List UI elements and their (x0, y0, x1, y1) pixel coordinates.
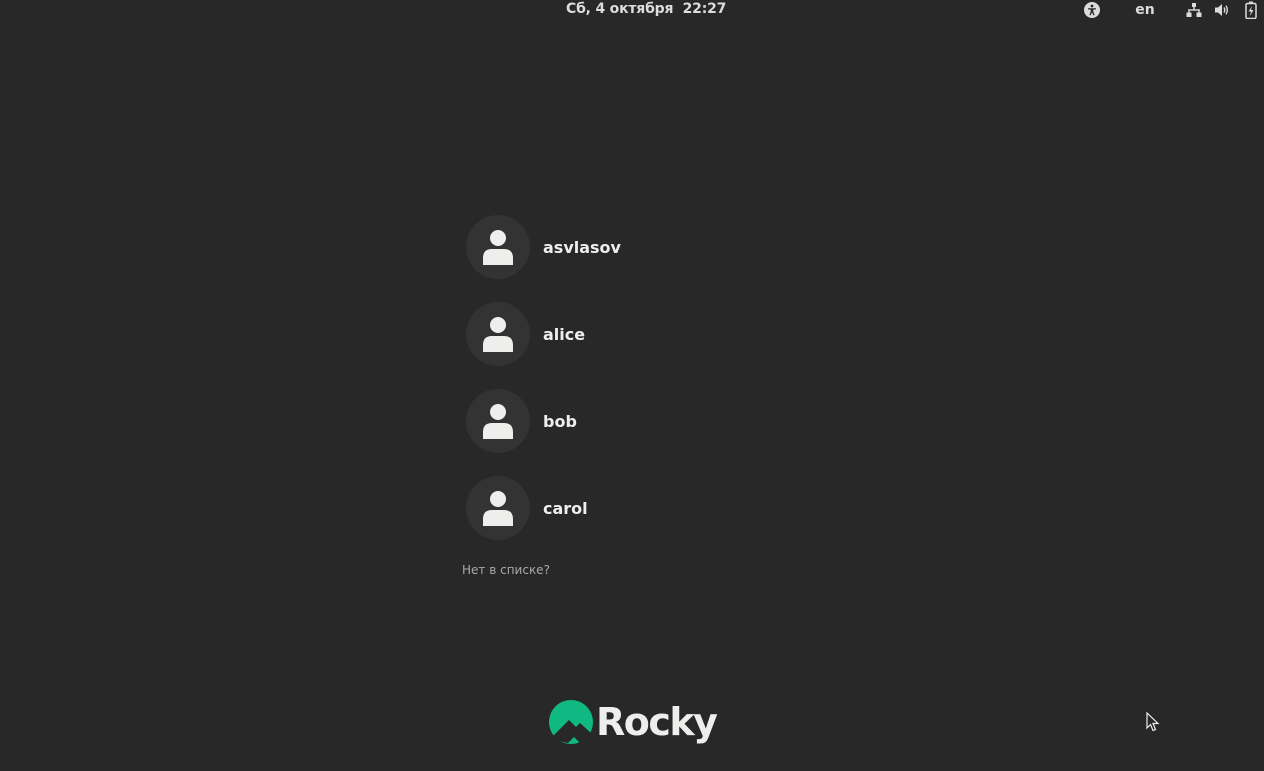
user-name: bob (543, 411, 577, 431)
rocky-logo-text: Rocky (596, 700, 718, 744)
avatar (466, 302, 530, 366)
login-screen: Сб, 4 октября 22:27 en asvlasov alice bo… (0, 0, 1264, 771)
network-icon[interactable] (1184, 0, 1204, 20)
avatar (466, 389, 530, 453)
avatar (466, 215, 530, 279)
top-bar: Сб, 4 октября 22:27 en (0, 0, 1264, 20)
user-icon (483, 230, 513, 265)
rocky-logo: Rocky (549, 699, 718, 745)
rocky-logo-icon (549, 700, 593, 744)
user-item-bob[interactable]: bob (466, 389, 806, 453)
clock[interactable]: Сб, 4 октября 22:27 (566, 1, 726, 17)
battery-icon[interactable] (1242, 0, 1260, 20)
user-item-asvlasov[interactable]: asvlasov (466, 215, 806, 279)
user-name: carol (543, 498, 588, 518)
user-name: asvlasov (543, 237, 621, 257)
accessibility-icon[interactable] (1082, 0, 1102, 20)
user-list: asvlasov alice bob carol (466, 215, 806, 563)
user-item-alice[interactable]: alice (466, 302, 806, 366)
user-icon (483, 491, 513, 526)
language-indicator[interactable]: en (1130, 0, 1160, 20)
avatar (466, 476, 530, 540)
user-name: alice (543, 324, 586, 344)
user-icon (483, 317, 513, 352)
user-icon (483, 404, 513, 439)
mouse-cursor-icon (1146, 711, 1160, 736)
volume-icon[interactable] (1212, 0, 1232, 20)
user-item-carol[interactable]: carol (466, 476, 806, 540)
not-listed-link[interactable]: Нет в списке? (462, 563, 550, 577)
